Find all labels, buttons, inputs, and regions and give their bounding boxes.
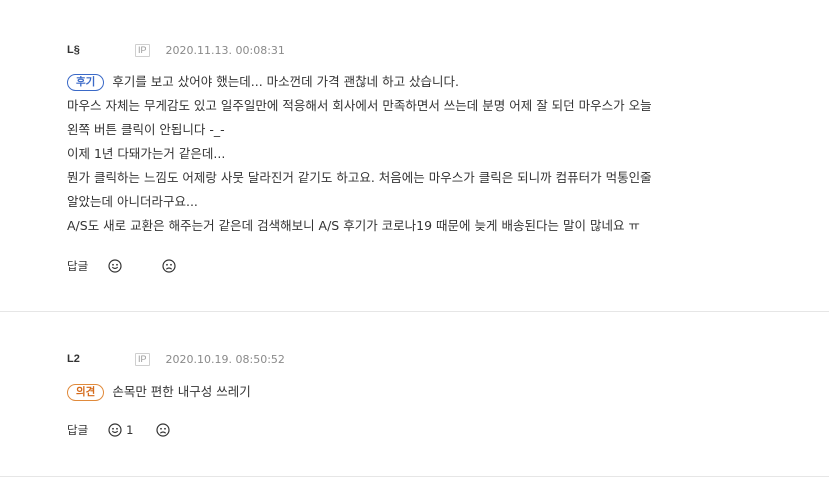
comment-line: A/S도 새로 교환은 해주는거 같은데 검색해보니 A/S 후기가 코로나19… [67, 218, 640, 233]
dislike-button[interactable] [162, 259, 180, 273]
comment-actions: 답글 1 [67, 421, 174, 439]
frown-face-icon [155, 423, 170, 437]
like-count: 1 [126, 423, 134, 437]
comment-actions: 답글 [67, 257, 180, 275]
review-tag: 후기 [67, 74, 105, 91]
reply-button[interactable]: 답글 [67, 422, 88, 438]
like-button[interactable]: 1 [108, 423, 134, 437]
comment-text: 후기를 보고 샀어야 했는데... 마소껀데 가격 괜찮네 하고 샀습니다. [112, 74, 460, 89]
comment-body: 의견 손목만 편한 내구성 쓰레기 [67, 380, 807, 404]
comment-nickname[interactable]: L§ [67, 44, 135, 56]
comment-text: 손목만 편한 내구성 쓰레기 [112, 384, 251, 399]
comment-line: 뭔가 클릭하는 느낌도 어제랑 사뭇 달라진거 같기도 하고요. 처음에는 마우… [67, 170, 652, 185]
comment-item: L§ IP 2020.11.13. 00:08:31 후기 후기를 보고 샀어야 … [0, 0, 829, 311]
smile-face-icon [108, 423, 122, 437]
comment-date: 2020.10.19. 08:50:52 [165, 352, 285, 366]
comment-meta: L§ IP 2020.11.13. 00:08:31 [67, 42, 285, 58]
comment-meta: L2 IP 2020.10.19. 08:50:52 [67, 351, 285, 367]
like-button[interactable] [108, 259, 126, 273]
comment-item: L2 IP 2020.10.19. 08:50:52 의견 손목만 편한 내구성 … [0, 311, 829, 476]
comment-line: 마우스 자체는 무게감도 있고 일주일만에 적응해서 회사에서 만족하면서 쓰는… [67, 98, 652, 113]
comment-nickname[interactable]: L2 [67, 353, 135, 365]
comment-body: 후기 후기를 보고 샀어야 했는데... 마소껀데 가격 괜찮네 하고 샀습니다.… [67, 70, 807, 238]
comment-list: L§ IP 2020.11.13. 00:08:31 후기 후기를 보고 샀어야 … [0, 0, 829, 481]
ip-badge: IP [135, 43, 150, 57]
comment-line: 의견 손목만 편한 내구성 쓰레기 [67, 380, 807, 404]
comment-date: 2020.11.13. 00:08:31 [165, 43, 285, 57]
comment-line: 왼쪽 버튼 클릭이 안됩니다 -_- [67, 122, 225, 137]
ip-badge: IP [135, 352, 150, 366]
comment-line: 이제 1년 다돼가는거 같은데... [67, 146, 226, 161]
frown-face-icon [162, 259, 176, 273]
reply-button[interactable]: 답글 [67, 258, 88, 274]
comment-line: 알았는데 아니더라구요... [67, 194, 198, 209]
comment-divider [0, 476, 829, 477]
comment-line: 후기 후기를 보고 샀어야 했는데... 마소껀데 가격 괜찮네 하고 샀습니다. [67, 70, 807, 94]
dislike-button[interactable] [155, 423, 174, 437]
opinion-tag: 의견 [67, 384, 105, 401]
smile-face-icon [108, 259, 122, 273]
